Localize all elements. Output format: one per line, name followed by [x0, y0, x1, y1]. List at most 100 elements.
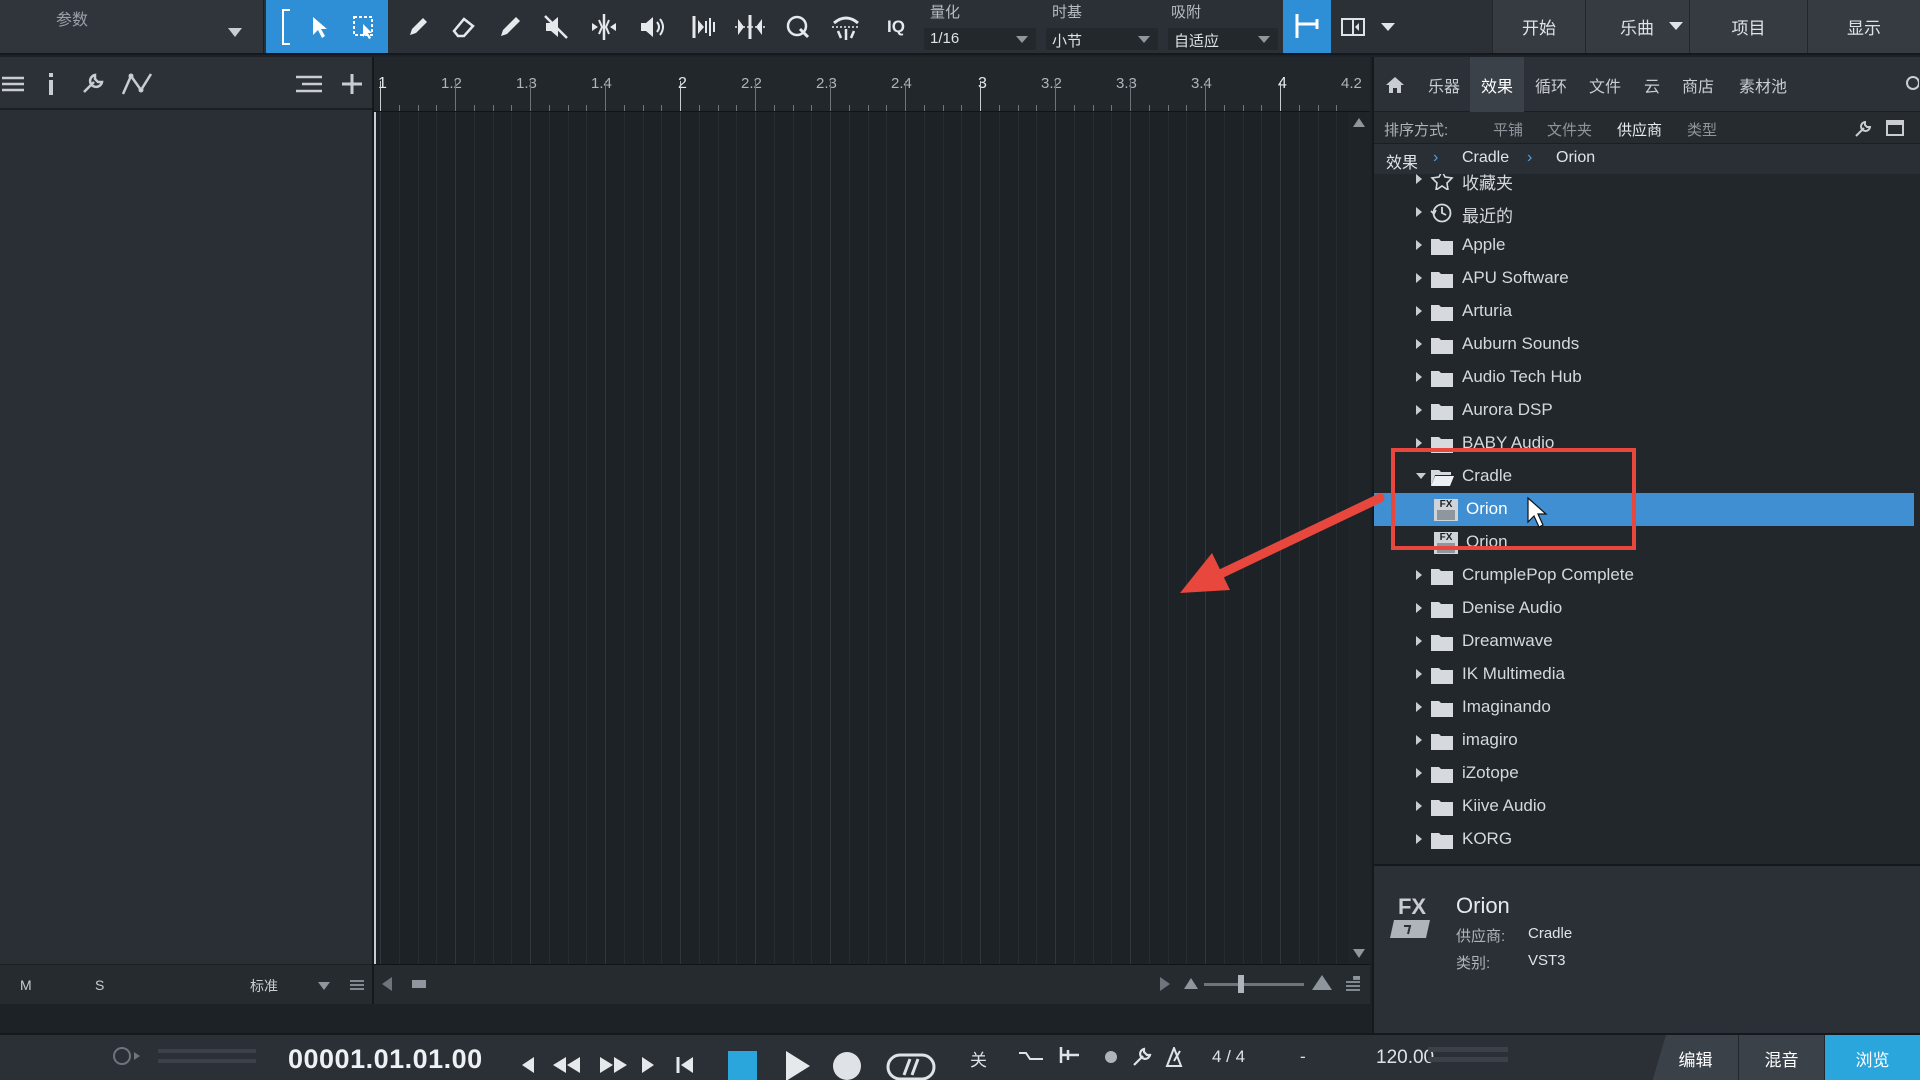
chevron-right-icon[interactable] — [1416, 240, 1422, 250]
bracket-icon[interactable] — [276, 0, 296, 53]
mute-tool-icon[interactable] — [536, 0, 576, 53]
metronome-dot-icon[interactable] — [1104, 1050, 1118, 1064]
arrange-grid[interactable] — [374, 112, 1370, 964]
tab-instruments[interactable]: 乐器 — [1418, 57, 1470, 112]
tree-item[interactable]: Imaginando — [1374, 691, 1914, 724]
tree-item[interactable]: Aurora DSP — [1374, 394, 1914, 427]
next-marker-icon[interactable] — [640, 1057, 656, 1073]
sort-flat[interactable]: 平铺 — [1493, 119, 1523, 140]
iq-button[interactable]: IQ — [876, 0, 916, 53]
breadcrumb-cradle[interactable]: Cradle — [1462, 149, 1509, 167]
prev-marker-icon[interactable] — [520, 1057, 536, 1073]
midi-icon[interactable] — [112, 1046, 142, 1066]
chevron-right-icon[interactable] — [1416, 603, 1422, 613]
window-icon[interactable] — [1886, 120, 1904, 136]
tree-item[interactable]: 最近的 — [1374, 196, 1914, 229]
chevron-right-icon[interactable] — [1416, 438, 1422, 448]
chevron-right-icon[interactable] — [1416, 669, 1422, 679]
stop-button[interactable] — [728, 1051, 757, 1080]
automation-icon[interactable] — [120, 57, 156, 110]
tree-item[interactable]: Cradle — [1374, 460, 1914, 493]
tab-shop[interactable]: 商店 — [1672, 57, 1724, 112]
chevron-right-icon[interactable] — [1416, 735, 1422, 745]
tempo-display[interactable]: 120.00 — [1376, 1047, 1434, 1069]
tree-item[interactable]: iZotope — [1374, 757, 1914, 790]
chevron-right-icon[interactable] — [1416, 768, 1422, 778]
list-icon[interactable] — [350, 979, 364, 991]
zoom-menu-icon[interactable] — [1346, 976, 1360, 992]
nav-show-button[interactable]: 显示 — [1807, 0, 1920, 53]
horizontal-scroll-thumb[interactable] — [412, 980, 426, 988]
eraser-icon[interactable] — [444, 0, 484, 53]
quantize-select[interactable]: 1/16 — [924, 28, 1036, 50]
play-icon[interactable] — [784, 1051, 810, 1080]
chevron-right-icon[interactable] — [1416, 834, 1422, 844]
tab-loops[interactable]: 循环 — [1524, 57, 1578, 112]
nav-song-button[interactable]: 乐曲 — [1585, 0, 1689, 53]
solo-all-button[interactable]: S — [95, 977, 104, 993]
range-tool-icon[interactable] — [344, 0, 384, 53]
listen-tool-icon[interactable] — [632, 0, 672, 53]
playhead[interactable] — [374, 112, 376, 964]
chevron-right-icon[interactable] — [1416, 174, 1422, 184]
info-icon[interactable] — [40, 57, 62, 110]
plugin-item[interactable]: FX Orion — [1374, 493, 1914, 526]
tree-item[interactable]: Mora — [1374, 856, 1914, 864]
tree-item[interactable]: Apple — [1374, 229, 1914, 262]
zoom-in-icon[interactable] — [1312, 975, 1332, 990]
zoom-slider[interactable] — [1204, 983, 1304, 986]
search-icon[interactable] — [1900, 57, 1920, 112]
split-tool-icon[interactable] — [584, 0, 624, 53]
tree-item[interactable]: IK Multimedia — [1374, 658, 1914, 691]
menu-icon[interactable] — [0, 57, 26, 110]
return-to-zero-icon[interactable] — [676, 1057, 694, 1073]
tab-effects[interactable]: 效果 — [1470, 57, 1524, 112]
sort-folder[interactable]: 文件夹 — [1547, 119, 1592, 140]
view-mode-select[interactable]: 标准 — [250, 976, 278, 996]
arrow-tool-icon[interactable] — [300, 0, 340, 53]
time-signature[interactable]: 4 / 4 — [1212, 1047, 1245, 1067]
tree-item[interactable]: Denise Audio — [1374, 592, 1914, 625]
tree-item[interactable]: APU Software — [1374, 262, 1914, 295]
chevron-right-icon[interactable] — [1416, 339, 1422, 349]
track-list-menu-icon[interactable] — [294, 57, 324, 110]
wrench-icon[interactable] — [78, 57, 108, 110]
chevron-down-icon[interactable] — [1374, 0, 1402, 53]
tree-item[interactable]: Arturia — [1374, 295, 1914, 328]
plugin-item[interactable]: FX Orion — [1374, 526, 1914, 559]
scroll-left-icon[interactable] — [382, 977, 392, 991]
scroll-down-icon[interactable] — [1353, 949, 1365, 958]
wrench-icon[interactable] — [1854, 120, 1872, 138]
tree-item[interactable]: Auburn Sounds — [1374, 328, 1914, 361]
breadcrumb-orion[interactable]: Orion — [1556, 149, 1595, 167]
follow-icon[interactable] — [1336, 0, 1370, 53]
key-display[interactable]: - — [1300, 1047, 1306, 1067]
tree-item[interactable]: BABY Audio — [1374, 427, 1914, 460]
chevron-right-icon[interactable] — [1416, 273, 1422, 283]
timeline-ruler[interactable]: 1 1.2 1.3 1.4 2 2.2 2.3 2.4 3 3.2 3.3 3.4 4 4.2 — [374, 57, 1370, 112]
chevron-right-icon[interactable] — [1416, 372, 1422, 382]
breadcrumb-effects[interactable]: 效果 — [1386, 149, 1418, 173]
pre-roll-icon[interactable] — [1058, 1045, 1082, 1065]
scroll-up-icon[interactable] — [1353, 118, 1365, 127]
snap-select[interactable]: 自适应 — [1168, 28, 1278, 50]
sort-vendor[interactable]: 供应商 — [1617, 119, 1662, 140]
tree-item[interactable]: Dreamwave — [1374, 625, 1914, 658]
chevron-right-icon[interactable] — [1416, 306, 1422, 316]
sort-type[interactable]: 类型 — [1687, 119, 1717, 140]
tree-item[interactable]: imagiro — [1374, 724, 1914, 757]
tree-item[interactable]: Kiive Audio — [1374, 790, 1914, 823]
nav-start-button[interactable]: 开始 — [1492, 0, 1585, 53]
chevron-right-icon[interactable] — [1416, 636, 1422, 646]
chevron-right-icon[interactable] — [1416, 207, 1422, 217]
mix-view-button[interactable]: 混音 — [1738, 1035, 1824, 1080]
time-display[interactable]: 00001.01.01.00 — [288, 1044, 483, 1075]
tab-cloud[interactable]: 云 — [1632, 57, 1672, 112]
tab-pool[interactable]: 素材池 — [1724, 57, 1802, 112]
add-track-button[interactable] — [338, 57, 366, 110]
sync-off-label[interactable]: 关 — [970, 1046, 987, 1071]
transform-tool-icon[interactable] — [826, 0, 866, 53]
metronome-icon[interactable] — [1164, 1047, 1184, 1067]
fast-forward-icon[interactable] — [598, 1057, 628, 1073]
paint-tool-icon[interactable] — [490, 0, 530, 53]
